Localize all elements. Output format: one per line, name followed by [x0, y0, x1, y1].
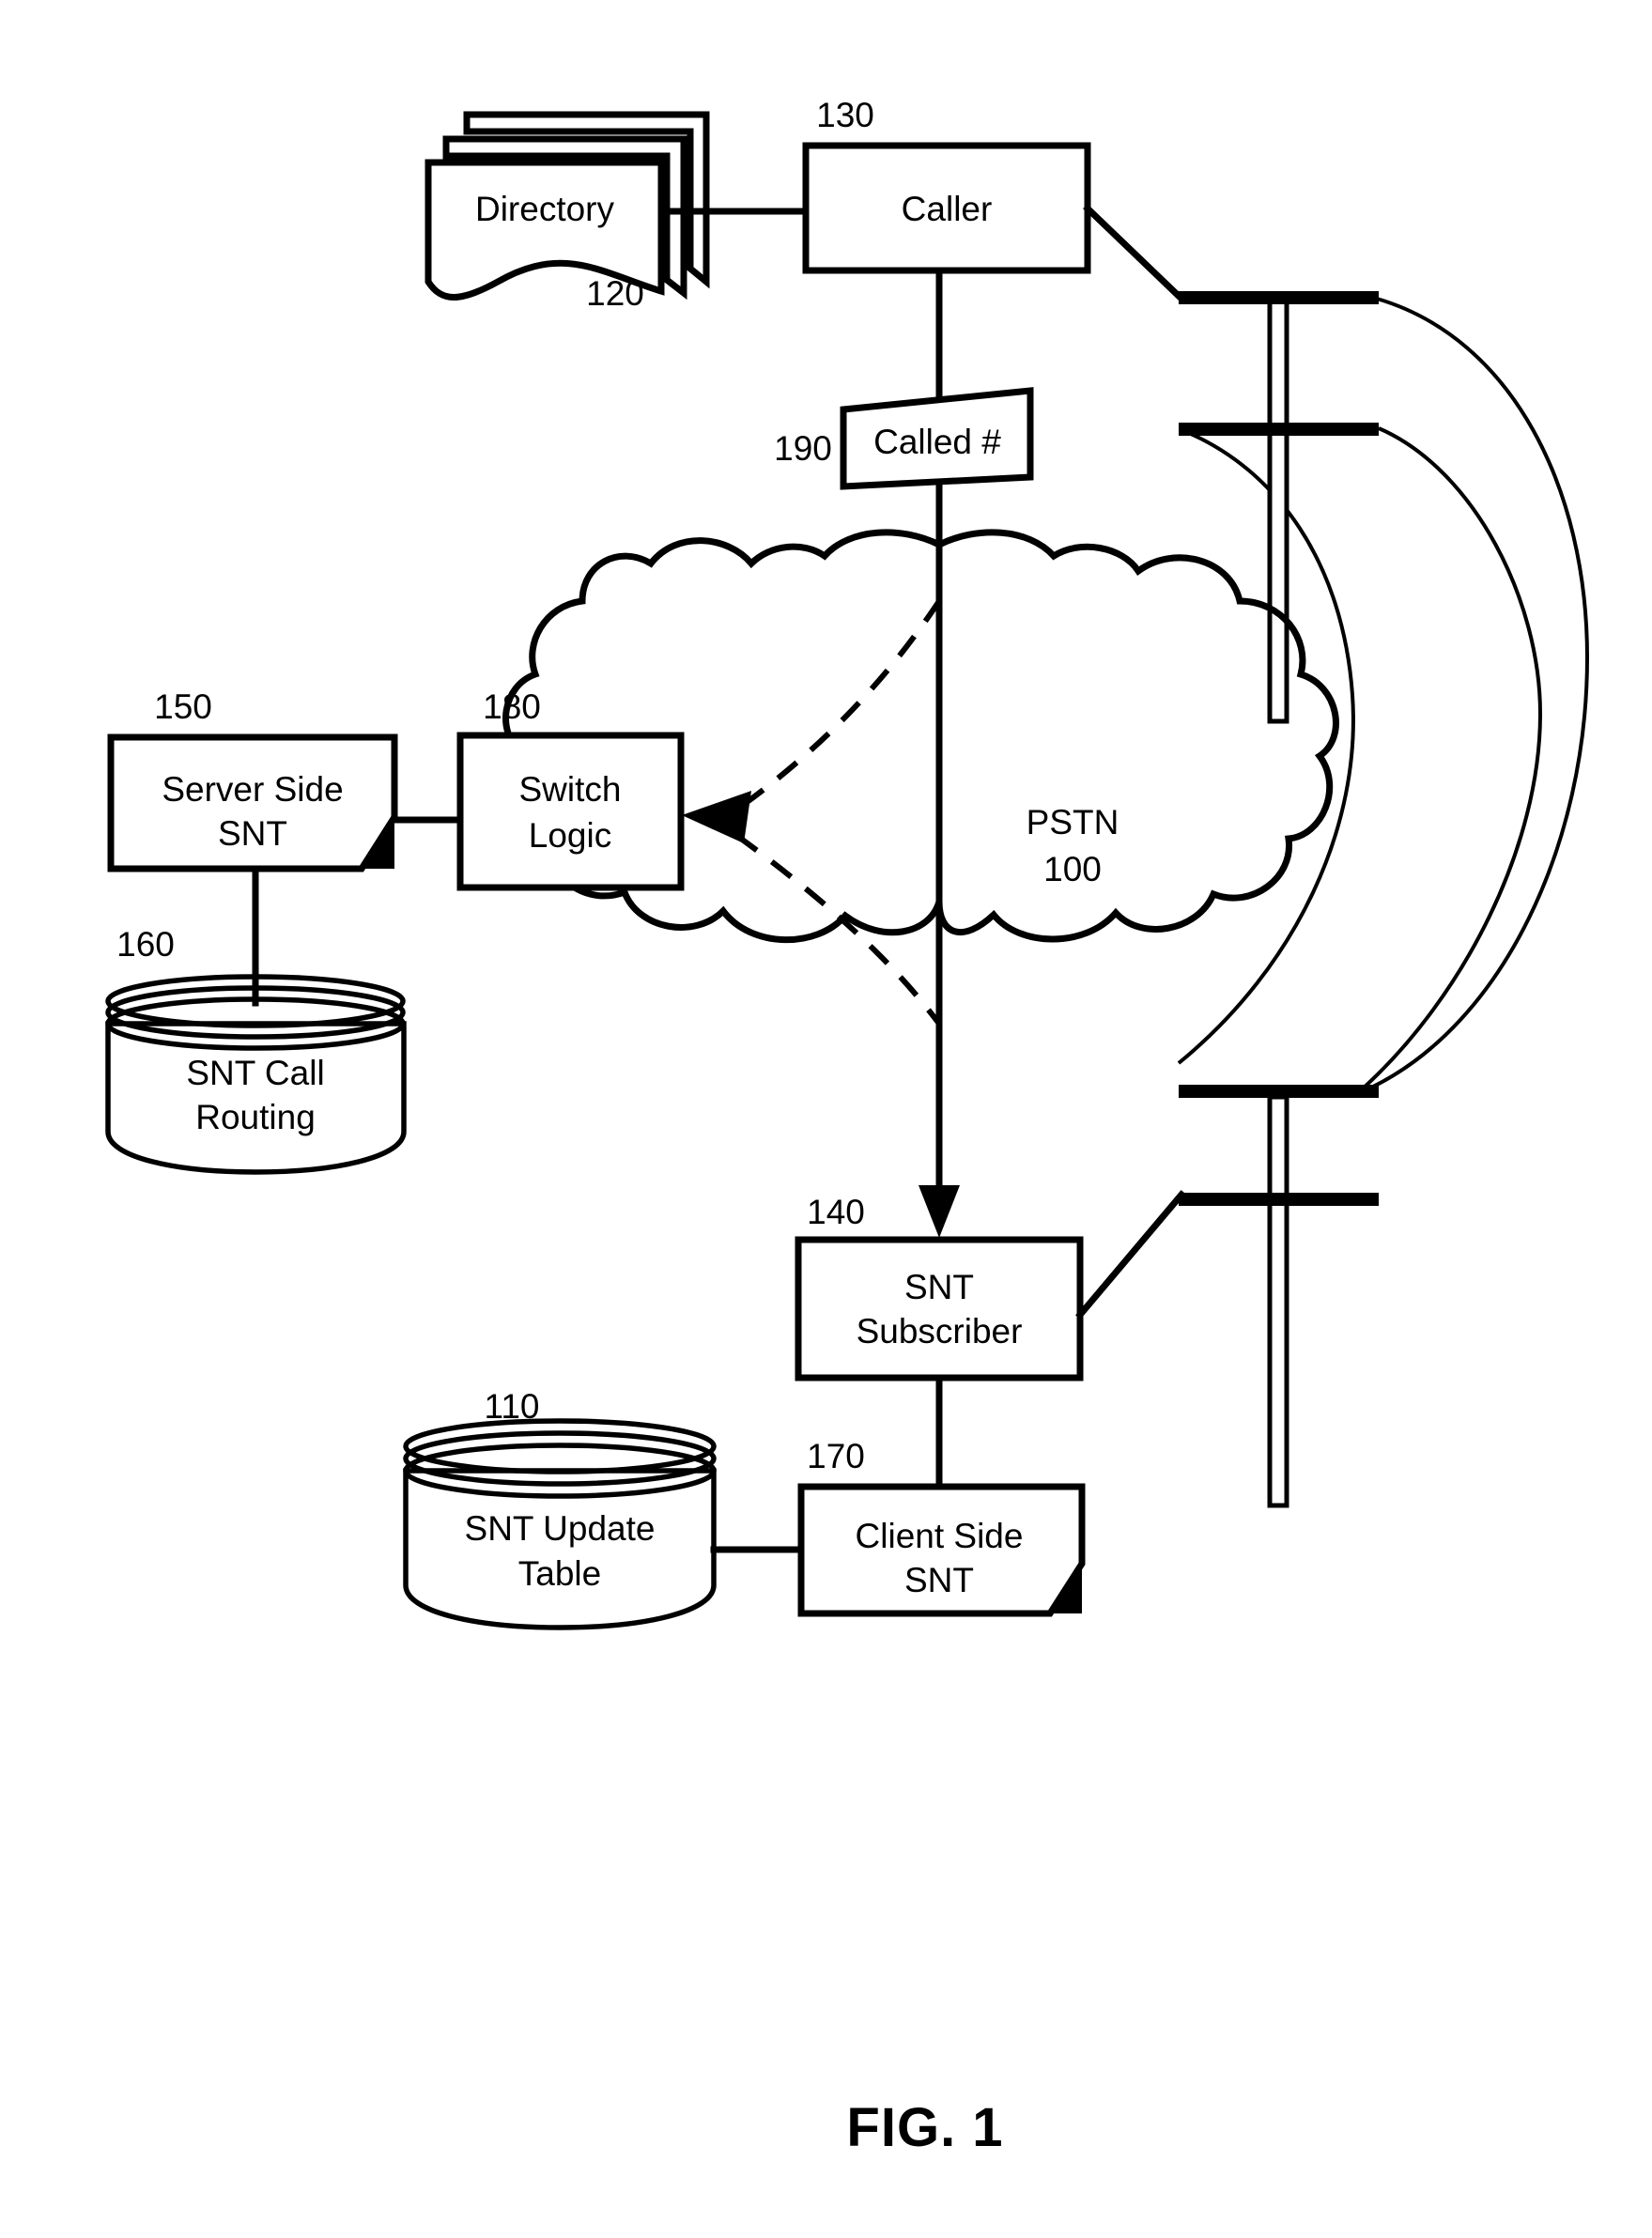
figure-caption: FIG. 1	[846, 2097, 1003, 2158]
snt-subscriber-label-line1: SNT	[904, 1268, 974, 1306]
switch-logic-label-line1: Switch	[519, 770, 622, 809]
called-number-node[interactable]: Called # 190	[774, 387, 1034, 490]
dashed-path-upper	[740, 599, 942, 809]
caller-label: Caller	[902, 190, 993, 228]
figure-1-diagram: Directory 120 Caller 130 Called # 190 PS…	[105, 96, 1590, 2158]
directory-ref: 120	[586, 274, 644, 313]
switch-logic-label-line2: Logic	[529, 816, 611, 855]
server-side-snt-node[interactable]: Server Side SNT 150	[107, 687, 398, 872]
patent-figure: Directory 120 Caller 130 Called # 190 PS…	[0, 0, 1652, 2238]
server-side-snt-ref: 150	[154, 687, 212, 726]
called-number-ref: 190	[774, 429, 832, 468]
snt-update-table-node[interactable]: SNT Update Table 110	[403, 1387, 717, 1630]
pstn-label: PSTN	[1027, 803, 1119, 841]
snt-call-routing-label-line1: SNT Call	[186, 1054, 324, 1092]
connector-caller-pole	[1083, 204, 1186, 303]
wire-middle	[1360, 426, 1543, 1091]
wire-outer	[1370, 297, 1590, 1089]
client-side-snt-ref: 170	[807, 1437, 865, 1475]
arrowhead-to-switch-logic	[682, 791, 751, 843]
switch-logic-box[interactable]	[456, 732, 685, 891]
snt-subscriber-label-line2: Subscriber	[857, 1312, 1023, 1351]
client-side-snt-label-line1: Client Side	[856, 1517, 1024, 1555]
snt-update-table-label-line2: Table	[518, 1554, 601, 1593]
pstn-ref: 100	[1043, 850, 1102, 888]
dashed-routing-paths	[682, 599, 942, 1026]
directory-label: Directory	[475, 190, 615, 228]
snt-update-table-ref: 110	[485, 1387, 540, 1426]
snt-subscriber-ref: 140	[807, 1193, 865, 1231]
snt-call-routing-label-line2: Routing	[195, 1098, 316, 1136]
switch-logic-node[interactable]: Switch Logic 180	[456, 687, 685, 891]
snt-update-table-label-line1: SNT Update	[465, 1509, 656, 1548]
telephone-wires	[1177, 297, 1590, 1091]
snt-call-routing-ref: 160	[116, 925, 175, 964]
called-number-label: Called #	[873, 423, 1001, 461]
connector-sntsubscriber-pole	[1075, 1190, 1186, 1320]
arrowhead-to-snt-subscriber	[919, 1185, 960, 1238]
switch-logic-ref: 180	[483, 687, 541, 726]
server-side-snt-label-line1: Server Side	[162, 770, 343, 809]
caller-node[interactable]: Caller 130	[802, 96, 1091, 274]
snt-update-table-top-disc-2	[403, 1430, 717, 1487]
snt-subscriber-box[interactable]	[795, 1236, 1084, 1381]
client-side-snt-label-line2: SNT	[904, 1561, 974, 1599]
caller-ref: 130	[816, 96, 874, 134]
lower-telephone-pole	[1179, 1085, 1379, 1508]
server-side-snt-label-line2: SNT	[218, 814, 287, 853]
